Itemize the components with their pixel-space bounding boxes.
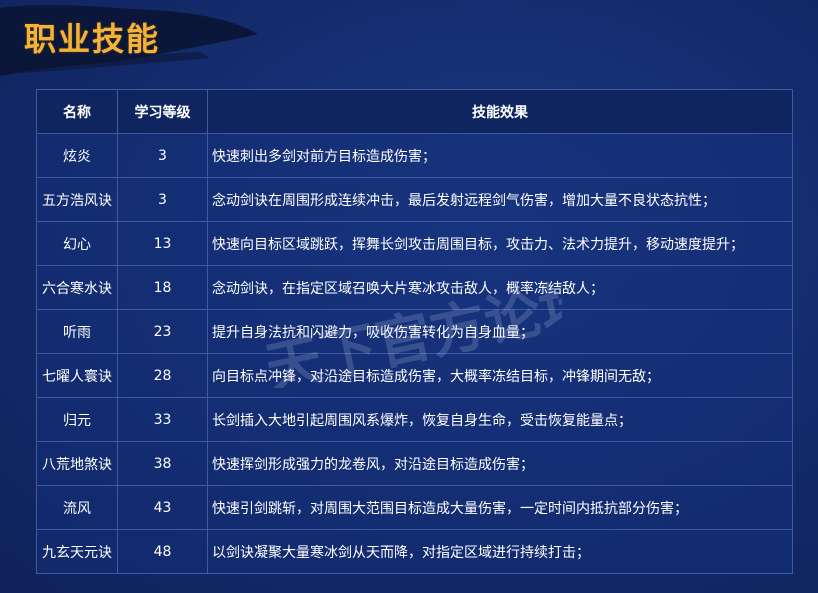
skill-effect: 以剑诀凝聚大量寒冰剑从天而降，对指定区域进行持续打击； [207, 529, 793, 574]
skill-effect: 快速刺出多剑对前方目标造成伤害； [207, 133, 793, 178]
skill-effect: 长剑插入大地引起周围风系爆炸，恢复自身生命，受击恢复能量点； [207, 397, 793, 442]
header-name: 名称 [36, 89, 118, 134]
page-title: 职业技能 [24, 20, 161, 58]
skill-name: 幻心 [36, 221, 118, 266]
table-row: 七曜人寰诀 28 向目标点冲锋，对沿途目标造成伤害，大概率冻结目标，冲锋期间无敌… [36, 353, 793, 398]
skill-effect: 向目标点冲锋，对沿途目标造成伤害，大概率冻结目标，冲锋期间无敌； [207, 353, 793, 398]
skill-level: 18 [117, 265, 208, 310]
skill-name: 听雨 [36, 309, 118, 354]
table-header-row: 名称 学习等级 技能效果 [36, 89, 793, 134]
skill-name: 九玄天元诀 [36, 529, 118, 574]
skill-name: 七曜人寰诀 [36, 353, 118, 398]
skill-name: 六合寒水诀 [36, 265, 118, 310]
skill-level: 38 [117, 441, 208, 486]
table-row: 八荒地煞诀 38 快速挥剑形成强力的龙卷风，对沿途目标造成伤害； [36, 441, 793, 486]
skill-level: 13 [117, 221, 208, 266]
table-row: 五方浩风诀 3 念动剑诀在周围形成连续冲击，最后发射远程剑气伤害，增加大量不良状… [36, 177, 793, 222]
skill-name: 炫炎 [36, 133, 118, 178]
skill-level: 28 [117, 353, 208, 398]
table-row: 九玄天元诀 48 以剑诀凝聚大量寒冰剑从天而降，对指定区域进行持续打击； [36, 529, 793, 574]
skill-level: 23 [117, 309, 208, 354]
table-row: 流风 43 快速引剑跳斩，对周围大范围目标造成大量伤害，一定时间内抵抗部分伤害； [36, 485, 793, 530]
header-level: 学习等级 [117, 89, 208, 134]
skill-name: 流风 [36, 485, 118, 530]
skill-name: 五方浩风诀 [36, 177, 118, 222]
table-row: 炫炎 3 快速刺出多剑对前方目标造成伤害； [36, 133, 793, 178]
table-row: 听雨 23 提升自身法抗和闪避力，吸收伤害转化为自身血量； [36, 309, 793, 354]
skill-name: 八荒地煞诀 [36, 441, 118, 486]
skill-effect: 快速向目标区域跳跃，挥舞长剑攻击周围目标，攻击力、法术力提升，移动速度提升； [207, 221, 793, 266]
skill-name: 归元 [36, 397, 118, 442]
skill-level: 33 [117, 397, 208, 442]
skill-level: 48 [117, 529, 208, 574]
skill-level: 3 [117, 133, 208, 178]
skill-effect: 提升自身法抗和闪避力，吸收伤害转化为自身血量； [207, 309, 793, 354]
header-effect: 技能效果 [207, 89, 793, 134]
skill-level: 43 [117, 485, 208, 530]
skill-effect: 快速挥剑形成强力的龙卷风，对沿途目标造成伤害； [207, 441, 793, 486]
table-row: 幻心 13 快速向目标区域跳跃，挥舞长剑攻击周围目标，攻击力、法术力提升，移动速… [36, 221, 793, 266]
skill-effect: 念动剑诀，在指定区域召唤大片寒冰攻击敌人，概率冻结敌人； [207, 265, 793, 310]
skill-effect: 快速引剑跳斩，对周围大范围目标造成大量伤害，一定时间内抵抗部分伤害； [207, 485, 793, 530]
skill-level: 3 [117, 177, 208, 222]
table-row: 六合寒水诀 18 念动剑诀，在指定区域召唤大片寒冰攻击敌人，概率冻结敌人； [36, 265, 793, 310]
table-row: 归元 33 长剑插入大地引起周围风系爆炸，恢复自身生命，受击恢复能量点； [36, 397, 793, 442]
skill-effect: 念动剑诀在周围形成连续冲击，最后发射远程剑气伤害，增加大量不良状态抗性； [207, 177, 793, 222]
skill-table: 名称 学习等级 技能效果 炫炎 3 快速刺出多剑对前方目标造成伤害； 五方浩风诀… [36, 89, 793, 574]
